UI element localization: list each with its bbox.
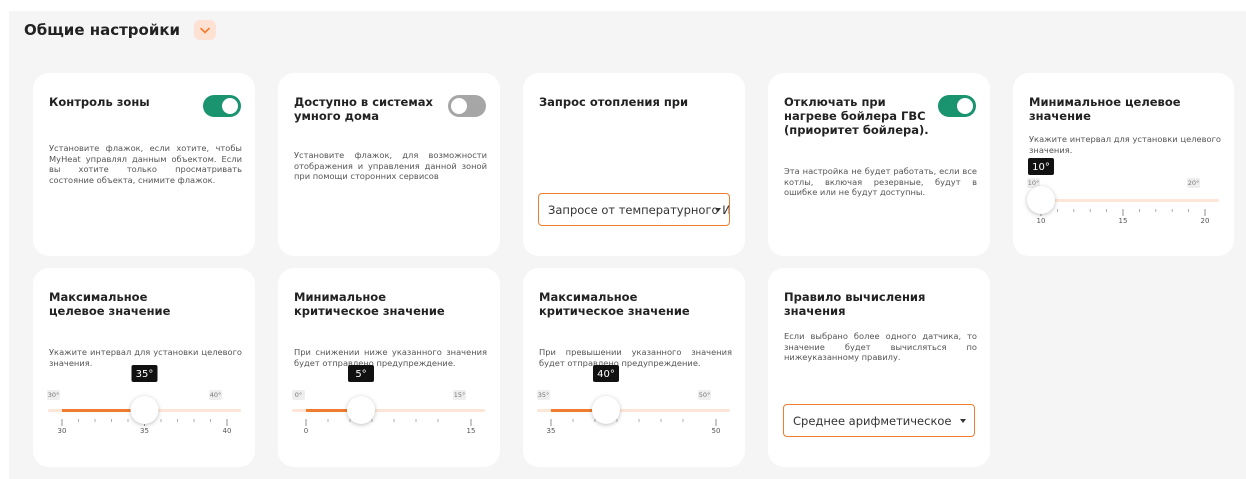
caret-down-icon — [960, 418, 966, 423]
min-label: 0° — [295, 391, 302, 399]
card-zone-control: Контроль зоны Установите флажок, если хо… — [33, 73, 255, 256]
card-title: Отключать при нагреве бойлера ГВС (приор… — [784, 95, 929, 137]
slider-tick-label: 15 — [467, 427, 476, 435]
slider-tick-label: 35 — [140, 427, 149, 435]
max-label: 50° — [699, 391, 711, 399]
slider-tick-label: 30 — [58, 427, 67, 435]
zone-control-toggle[interactable] — [203, 95, 241, 117]
card-title: Запрос отопления при — [539, 95, 689, 109]
chevron-down-icon — [200, 27, 210, 34]
min-label: 30° — [48, 391, 60, 399]
slider-tick-label: 35 — [547, 427, 556, 435]
collapse-button[interactable] — [194, 20, 217, 40]
card-description: Установите флажок, если хотите, чтобы My… — [49, 143, 242, 185]
calc-rule-select[interactable]: Среднее арифметическое — [783, 404, 975, 437]
max-label: 15° — [454, 391, 466, 399]
card-min-target: Минимальное целевое значение Укажите инт… — [1013, 73, 1234, 256]
card-heating-request: Запрос отопления при Запросе от температ… — [523, 73, 745, 256]
slider-tick-label: 20 — [1201, 217, 1210, 225]
slider-tick-label: 50 — [712, 427, 721, 435]
max-critical-slider[interactable]: 35° 50° 35 50 40° — [523, 268, 745, 467]
card-max-target: Максимальное целевое значение Укажите ин… — [33, 268, 255, 467]
slider-value-label: 40° — [597, 369, 615, 380]
slider-thumb — [347, 396, 375, 424]
slider-thumb — [592, 396, 620, 424]
slider-thumb — [130, 396, 159, 424]
min-target-slider[interactable]: 10° 20° 10 15 20 10° — [1013, 73, 1234, 256]
card-smart-home: Доступно в системах умного дома Установи… — [278, 73, 500, 256]
min-label: 10° — [1028, 179, 1040, 187]
heating-request-select[interactable]: Запросе от температурного И/ — [538, 193, 730, 226]
section-title: Общие настройки — [24, 21, 181, 39]
max-label: 20° — [1188, 179, 1200, 187]
slider-value-label: 10° — [1032, 162, 1050, 173]
caret-down-icon — [715, 207, 721, 212]
boiler-priority-toggle[interactable] — [938, 95, 976, 117]
card-description: Эта настройка не будет работать, если вс… — [784, 166, 977, 198]
min-critical-slider[interactable]: 0° 15° 0 15 5° — [278, 268, 500, 467]
select-value: Среднее арифметическое — [793, 413, 952, 428]
slider-thumb — [1027, 186, 1055, 214]
select-value: Запросе от температурного И/ — [548, 202, 730, 217]
slider-value-label: 5° — [355, 369, 366, 380]
card-boiler-priority: Отключать при нагреве бойлера ГВС (приор… — [768, 73, 990, 256]
smart-home-toggle[interactable] — [448, 95, 486, 117]
slider-tick-label: 0 — [304, 427, 308, 435]
card-min-critical: Минимальное критическое значение При сни… — [278, 268, 500, 467]
card-title: Контроль зоны — [49, 95, 150, 109]
card-title: Правило вычисления значения — [784, 290, 926, 318]
slider-tick-label: 10 — [1037, 217, 1046, 225]
max-label: 40° — [210, 391, 222, 399]
card-description: Установите флажок, для возможности отобр… — [294, 150, 487, 182]
slider-value-label: 35° — [136, 369, 154, 380]
section-header: Общие настройки — [24, 20, 217, 40]
min-label: 35° — [538, 391, 550, 399]
card-calc-rule: Правило вычисления значения Если выбрано… — [768, 268, 990, 467]
slider-tick-label: 40 — [223, 427, 232, 435]
card-description: Если выбрано более одного датчика, то зн… — [784, 331, 977, 363]
slider-track — [1027, 199, 1219, 202]
slider-tick-label: 15 — [1119, 217, 1128, 225]
max-target-slider[interactable]: 30° 40° 30 35 40 35° — [33, 268, 255, 467]
card-max-critical: Максимальное критическое значение При пр… — [523, 268, 745, 467]
card-title: Доступно в системах умного дома — [294, 95, 433, 123]
